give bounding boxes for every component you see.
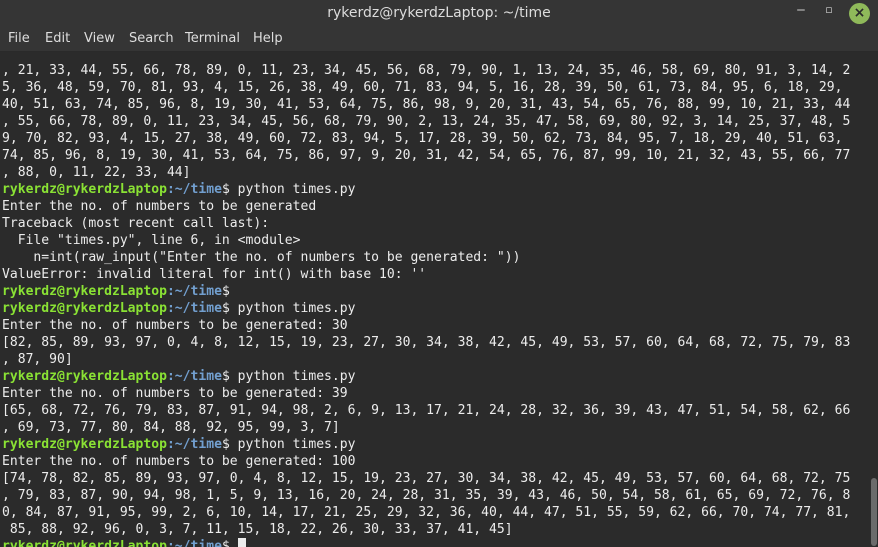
prompt-user-host: rykerdz@rykerdzLaptop xyxy=(2,182,167,197)
prompt-line: rykerdz@rykerdzLaptop:~/time$ python tim… xyxy=(2,436,850,453)
prompt-path: :~/time xyxy=(166,301,222,316)
prompt-user-host: rykerdz@rykerdzLaptop xyxy=(2,369,167,384)
menu-file[interactable]: File xyxy=(8,31,30,46)
close-icon[interactable]: × xyxy=(849,3,870,24)
prompt-path: :~/time xyxy=(166,369,222,384)
output-line: Enter the no. of numbers to be generated… xyxy=(2,385,850,402)
prompt-symbol: $ xyxy=(221,539,238,547)
prompt-symbol: $ xyxy=(221,437,238,452)
output-line: [65, 68, 72, 76, 79, 83, 87, 91, 94, 98,… xyxy=(2,402,850,419)
output-line: , 88, 0, 11, 22, 33, 44] xyxy=(2,164,850,181)
maximize-icon[interactable]: ▫ xyxy=(818,3,840,23)
output-line: 0, 84, 87, 91, 95, 99, 2, 6, 10, 14, 17,… xyxy=(2,504,850,521)
output-text: Enter the no. of numbers to be generated… xyxy=(2,318,348,333)
output-line: File "times.py", line 6, in <module> xyxy=(2,232,850,249)
prompt-path: :~/time xyxy=(166,284,222,299)
prompt-path: :~/time xyxy=(166,437,222,452)
prompt-line: rykerdz@rykerdzLaptop:~/time$ xyxy=(2,283,850,300)
output-text: 0, 84, 87, 91, 95, 99, 2, 6, 10, 14, 17,… xyxy=(2,505,851,520)
output-text: 5, 36, 48, 59, 70, 81, 93, 4, 15, 26, 38… xyxy=(2,80,843,95)
terminal-lines: , 21, 33, 44, 55, 66, 78, 89, 0, 11, 23,… xyxy=(2,62,850,547)
output-text: 85, 88, 92, 96, 0, 3, 7, 11, 15, 18, 22,… xyxy=(2,522,513,537)
output-line: 85, 88, 92, 96, 0, 3, 7, 11, 15, 18, 22,… xyxy=(2,521,850,538)
prompt-line: rykerdz@rykerdzLaptop:~/time$ python tim… xyxy=(2,368,850,385)
output-text: [82, 85, 89, 93, 97, 0, 4, 8, 12, 15, 19… xyxy=(2,335,851,350)
output-text: File "times.py", line 6, in <module> xyxy=(2,233,301,248)
prompt-user-host: rykerdz@rykerdzLaptop xyxy=(2,301,167,316)
output-text: , 88, 0, 11, 22, 33, 44] xyxy=(2,165,191,180)
prompt-symbol: $ xyxy=(221,369,238,384)
prompt-symbol: $ xyxy=(221,284,238,299)
output-line: , 69, 73, 77, 80, 84, 88, 92, 95, 99, 3,… xyxy=(2,419,850,436)
prompt-path: :~/time xyxy=(166,539,222,547)
prompt-user-host: rykerdz@rykerdzLaptop xyxy=(2,284,167,299)
menu-bar: File Edit View Search Terminal Help xyxy=(0,27,878,52)
prompt-symbol: $ xyxy=(221,182,238,197)
menu-search[interactable]: Search xyxy=(129,31,174,46)
prompt-path: :~/time xyxy=(166,182,222,197)
output-line: , 55, 66, 78, 89, 0, 11, 23, 34, 45, 56,… xyxy=(2,113,850,130)
output-text: n=int(raw_input("Enter the no. of number… xyxy=(2,250,521,265)
output-line: , 79, 83, 87, 90, 94, 98, 1, 5, 9, 13, 1… xyxy=(2,487,850,504)
prompt-line: rykerdz@rykerdzLaptop:~/time$ python tim… xyxy=(2,181,850,198)
output-line: 9, 70, 82, 93, 4, 15, 27, 38, 49, 60, 72… xyxy=(2,130,850,147)
menu-terminal[interactable]: Terminal xyxy=(185,31,240,46)
output-text: , 69, 73, 77, 80, 84, 88, 92, 95, 99, 3,… xyxy=(2,420,340,435)
output-line: 40, 51, 63, 74, 85, 96, 8, 19, 30, 41, 5… xyxy=(2,96,850,113)
menu-help[interactable]: Help xyxy=(253,31,283,46)
output-text: , 21, 33, 44, 55, 66, 78, 89, 0, 11, 23,… xyxy=(2,63,851,78)
menu-view[interactable]: View xyxy=(84,31,115,46)
command-text: python times.py xyxy=(237,369,356,384)
output-text: , 79, 83, 87, 90, 94, 98, 1, 5, 9, 13, 1… xyxy=(2,488,851,503)
command-text: python times.py xyxy=(237,182,356,197)
output-text: Enter the no. of numbers to be generated… xyxy=(2,386,348,401)
output-line: Traceback (most recent call last): xyxy=(2,215,850,232)
output-text: Enter the no. of numbers to be generated xyxy=(2,199,317,214)
output-line: 5, 36, 48, 59, 70, 81, 93, 4, 15, 26, 38… xyxy=(2,79,850,96)
output-line: [82, 85, 89, 93, 97, 0, 4, 8, 12, 15, 19… xyxy=(2,334,850,351)
output-text: ValueError: invalid literal for int() wi… xyxy=(2,267,427,282)
command-text: python times.py xyxy=(237,301,356,316)
command-text: python times.py xyxy=(237,437,356,452)
window-title: rykerdz@rykerdzLaptop: ~/time xyxy=(327,5,551,21)
output-text: 9, 70, 82, 93, 4, 15, 27, 38, 49, 60, 72… xyxy=(2,131,843,146)
prompt-user-host: rykerdz@rykerdzLaptop xyxy=(2,437,167,452)
output-text: 74, 85, 96, 8, 19, 30, 41, 53, 64, 75, 8… xyxy=(2,148,851,163)
prompt-user-host: rykerdz@rykerdzLaptop xyxy=(2,539,167,547)
scrollbar-thumb[interactable] xyxy=(871,478,877,546)
output-line: [74, 78, 82, 85, 89, 93, 97, 0, 4, 8, 12… xyxy=(2,470,850,487)
output-text: , 55, 66, 78, 89, 0, 11, 23, 34, 45, 56,… xyxy=(2,114,851,129)
prompt-line: rykerdz@rykerdzLaptop:~/time$ python tim… xyxy=(2,300,850,317)
output-text: Enter the no. of numbers to be generated… xyxy=(2,454,356,469)
output-text: [74, 78, 82, 85, 89, 93, 97, 0, 4, 8, 12… xyxy=(2,471,851,486)
output-line: ValueError: invalid literal for int() wi… xyxy=(2,266,850,283)
prompt-symbol: $ xyxy=(221,301,238,316)
output-line: n=int(raw_input("Enter the no. of number… xyxy=(2,249,850,266)
output-line: , 87, 90] xyxy=(2,351,850,368)
terminal-window: rykerdz@rykerdzLaptop: ~/time ‒ ▫ × File… xyxy=(0,0,878,547)
output-text: 40, 51, 63, 74, 85, 96, 8, 19, 30, 41, 5… xyxy=(2,97,851,112)
minimize-icon[interactable]: ‒ xyxy=(790,2,812,22)
output-line: , 21, 33, 44, 55, 66, 78, 89, 0, 11, 23,… xyxy=(2,62,850,79)
output-text: Traceback (most recent call last): xyxy=(2,216,270,231)
output-line: Enter the no. of numbers to be generated… xyxy=(2,453,850,470)
scrollbar[interactable] xyxy=(866,52,878,547)
menu-edit[interactable]: Edit xyxy=(45,31,70,46)
output-text: [65, 68, 72, 76, 79, 83, 87, 91, 94, 98,… xyxy=(2,403,851,418)
output-line: 74, 85, 96, 8, 19, 30, 41, 53, 64, 75, 8… xyxy=(2,147,850,164)
terminal-output[interactable]: , 21, 33, 44, 55, 66, 78, 89, 0, 11, 23,… xyxy=(0,52,866,547)
prompt-line: rykerdz@rykerdzLaptop:~/time$ xyxy=(2,538,850,547)
output-line: Enter the no. of numbers to be generated… xyxy=(2,317,850,334)
text-cursor xyxy=(237,538,246,547)
title-bar[interactable]: rykerdz@rykerdzLaptop: ~/time ‒ ▫ × xyxy=(0,0,878,27)
output-line: Enter the no. of numbers to be generated xyxy=(2,198,850,215)
output-text: , 87, 90] xyxy=(2,352,73,367)
